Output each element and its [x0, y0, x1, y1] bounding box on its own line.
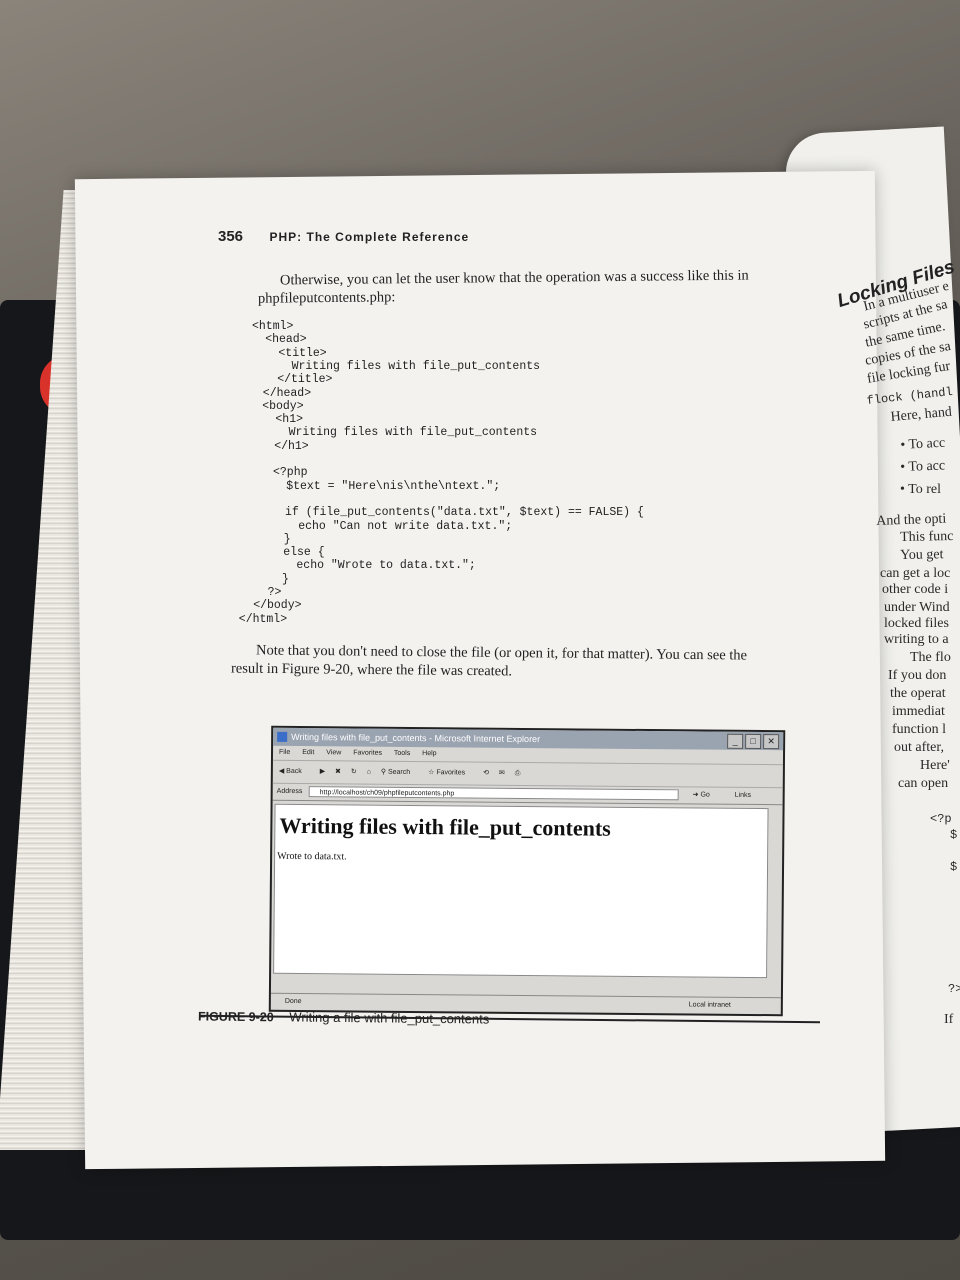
right-page-line: If you don — [888, 668, 947, 683]
browser-title: Writing files with file_put_contents - M… — [291, 731, 541, 745]
code-line: </head> — [249, 386, 312, 400]
page-number: 356 — [218, 228, 244, 245]
refresh-icon[interactable]: ↻ — [351, 768, 357, 775]
code-line: echo "Wrote to data.txt."; — [241, 559, 476, 573]
home-icon[interactable]: ⌂ — [367, 769, 371, 776]
code-line: <?php — [245, 466, 308, 480]
page-header: 356 PHP: The Complete Reference — [218, 228, 469, 246]
code-line: <head> — [251, 333, 307, 347]
note-line-2: result in Figure 9-20, where the file wa… — [230, 660, 513, 680]
right-page-line: $ — [950, 860, 958, 874]
close-icon[interactable]: ✕ — [763, 734, 780, 750]
right-page-line: • To acc — [900, 458, 946, 475]
code-line: ?> — [240, 586, 282, 599]
stop-icon[interactable]: ✖ — [335, 768, 341, 775]
ie-icon — [277, 731, 288, 742]
right-page-line: This func — [900, 529, 954, 545]
code-line: Writing files with file_put_contents — [250, 359, 541, 373]
content-text: Wrote to data.txt. — [277, 850, 347, 863]
address-bar: Address http://localhost/ch09/phpfileput… — [272, 783, 783, 806]
address-input[interactable]: http://localhost/ch09/phpfileputcontents… — [308, 786, 679, 801]
right-page-line: out after, — [894, 740, 944, 755]
right-page-line: under Wind — [884, 600, 950, 615]
code-line: $text = "Here\nis\nthe\ntext."; — [244, 479, 501, 493]
right-page-line: And the opti — [876, 511, 947, 529]
address-label: Address — [276, 787, 303, 796]
history-icon[interactable]: ⟲ — [483, 770, 489, 777]
right-page-line: • To acc — [900, 435, 946, 453]
code-line: <html> — [252, 320, 294, 333]
menu-help[interactable]: Help — [422, 750, 436, 757]
menu-view[interactable]: View — [326, 749, 341, 756]
right-page-line: <?p — [930, 812, 952, 826]
search-button[interactable]: ⚲ Search — [381, 769, 418, 776]
content-heading: Writing files with file_put_contents — [279, 812, 611, 841]
right-page-line: The flo — [910, 650, 951, 665]
mail-icon[interactable]: ✉ — [499, 770, 505, 777]
menu-file[interactable]: File — [279, 749, 290, 756]
code-line: </html> — [238, 612, 288, 626]
code-line: } — [242, 532, 291, 546]
code-line: <body> — [248, 399, 304, 413]
figure-caption: FIGURE 9-20 Writing a file with file_put… — [198, 1008, 489, 1026]
browser-window: Writing files with file_put_contents - M… — [268, 725, 786, 1017]
links-button[interactable]: Links — [735, 788, 751, 804]
code-line: </h1> — [246, 439, 309, 453]
favorites-button[interactable]: ☆ Favorites — [428, 769, 473, 776]
right-page-line: can open — [898, 776, 949, 791]
code-line: </body> — [239, 599, 302, 613]
code-line: if (file_put_contents("data.txt", $text)… — [243, 506, 644, 520]
code-line: <h1> — [247, 413, 304, 427]
forward-icon[interactable]: ▶ — [320, 768, 325, 775]
code-line: else { — [241, 546, 325, 560]
browser-content: Writing files with file_put_contents Wro… — [273, 803, 769, 979]
code-line: </title> — [249, 373, 333, 387]
running-title: PHP: The Complete Reference — [269, 230, 470, 244]
back-button[interactable]: ◀ Back — [279, 768, 310, 775]
figure-label: FIGURE 9-20 — [197, 1009, 274, 1025]
code-line: <title> — [250, 346, 327, 360]
go-button[interactable]: ➜ Go — [693, 787, 710, 803]
minimize-icon[interactable]: _ — [727, 733, 744, 749]
right-page-line: $ — [950, 828, 958, 842]
print-icon[interactable]: ⎙ — [515, 770, 521, 777]
status-zone: Local intranet — [688, 1001, 731, 1009]
status-done: Done — [284, 997, 302, 1006]
right-page-line: other code i — [882, 582, 949, 597]
figure-caption-text: Writing a file with file_put_contents — [289, 1009, 490, 1027]
right-page-line: If — [944, 1012, 954, 1027]
menu-edit[interactable]: Edit — [302, 749, 314, 756]
menu-tools[interactable]: Tools — [394, 750, 410, 757]
code-line: Writing files with file_put_contents — [247, 426, 538, 440]
right-page-line: You get — [900, 547, 944, 563]
intro-line-2: phpfileputcontents.php: — [257, 289, 396, 307]
right-page-line: Here' — [920, 758, 950, 773]
right-page-line: can get a loc — [880, 566, 951, 581]
code-line: echo "Can not write data.txt."; — [243, 519, 513, 533]
right-page-line: function l — [892, 722, 947, 737]
right-page-line: writing to a — [884, 632, 949, 647]
right-page-line: immediat — [892, 704, 945, 719]
right-page-line: locked files — [884, 616, 949, 631]
right-page-line: ?> — [948, 982, 960, 996]
right-page-line: • To rel — [900, 482, 941, 497]
right-page-line: the operat — [890, 686, 946, 701]
menu-favorites[interactable]: Favorites — [353, 749, 382, 756]
code-line: } — [240, 572, 289, 586]
maximize-icon[interactable]: □ — [745, 733, 762, 750]
